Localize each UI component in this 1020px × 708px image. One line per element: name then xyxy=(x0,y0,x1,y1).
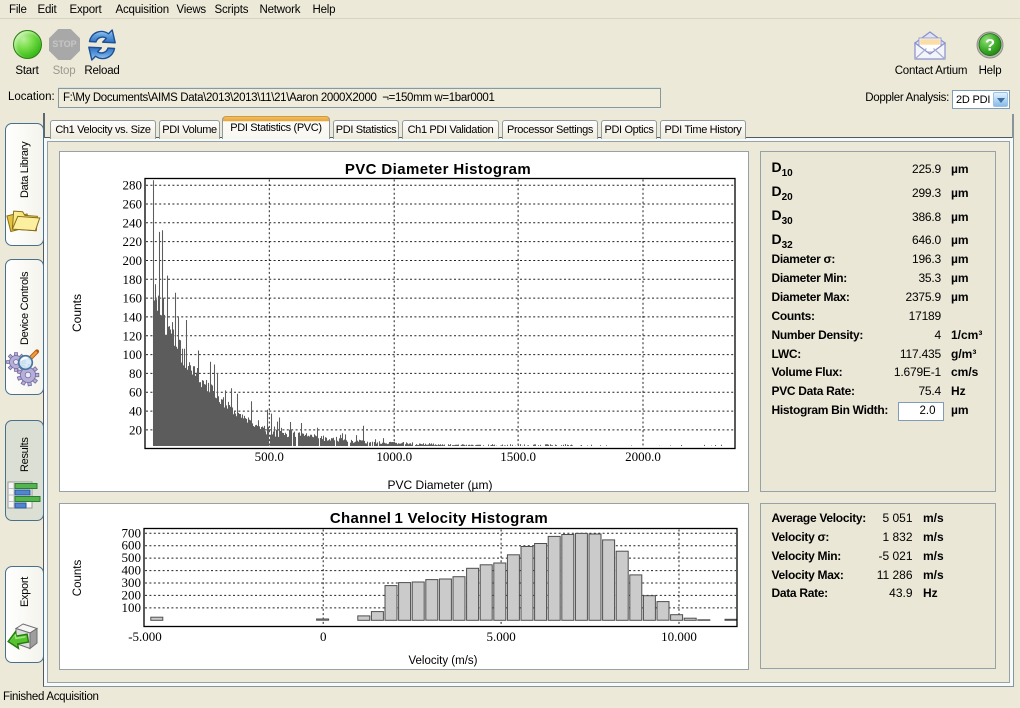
svg-text:140: 140 xyxy=(123,309,143,324)
svg-text:1000.0: 1000.0 xyxy=(376,449,412,464)
svg-text:Counts: Counts xyxy=(70,294,84,332)
svg-text:20: 20 xyxy=(129,422,142,437)
svg-text:Counts: Counts xyxy=(72,560,84,597)
svg-text:220: 220 xyxy=(123,234,143,249)
svg-text:PVC Diameter (µm): PVC Diameter (µm) xyxy=(388,478,493,492)
svg-text:100: 100 xyxy=(123,347,143,362)
svg-text:160: 160 xyxy=(123,291,143,306)
svg-text:40: 40 xyxy=(129,404,142,419)
svg-text:1500.0: 1500.0 xyxy=(500,449,536,464)
svg-text:?: ? xyxy=(985,36,995,54)
svg-text:260: 260 xyxy=(123,197,143,212)
svg-text:0: 0 xyxy=(320,629,327,644)
svg-text:2000.0: 2000.0 xyxy=(625,449,661,464)
svg-text:240: 240 xyxy=(123,215,143,230)
svg-text:-5.000: -5.000 xyxy=(128,629,162,644)
svg-text:60: 60 xyxy=(129,385,142,400)
svg-text:10.000: 10.000 xyxy=(661,629,697,644)
svg-text:80: 80 xyxy=(129,366,142,381)
svg-text:200: 200 xyxy=(123,253,143,268)
svg-text:180: 180 xyxy=(123,272,143,287)
svg-text:700: 700 xyxy=(122,525,142,540)
svg-text:280: 280 xyxy=(123,178,143,193)
svg-text:Channel 1 Velocity Histogram: Channel 1 Velocity Histogram xyxy=(330,510,548,527)
svg-text:500.0: 500.0 xyxy=(255,449,284,464)
svg-text:Velocity (m/s): Velocity (m/s) xyxy=(408,655,477,667)
svg-text:PVC Diameter Histogram: PVC Diameter Histogram xyxy=(345,161,531,178)
svg-text:120: 120 xyxy=(123,328,143,343)
svg-text:5.000: 5.000 xyxy=(486,629,515,644)
